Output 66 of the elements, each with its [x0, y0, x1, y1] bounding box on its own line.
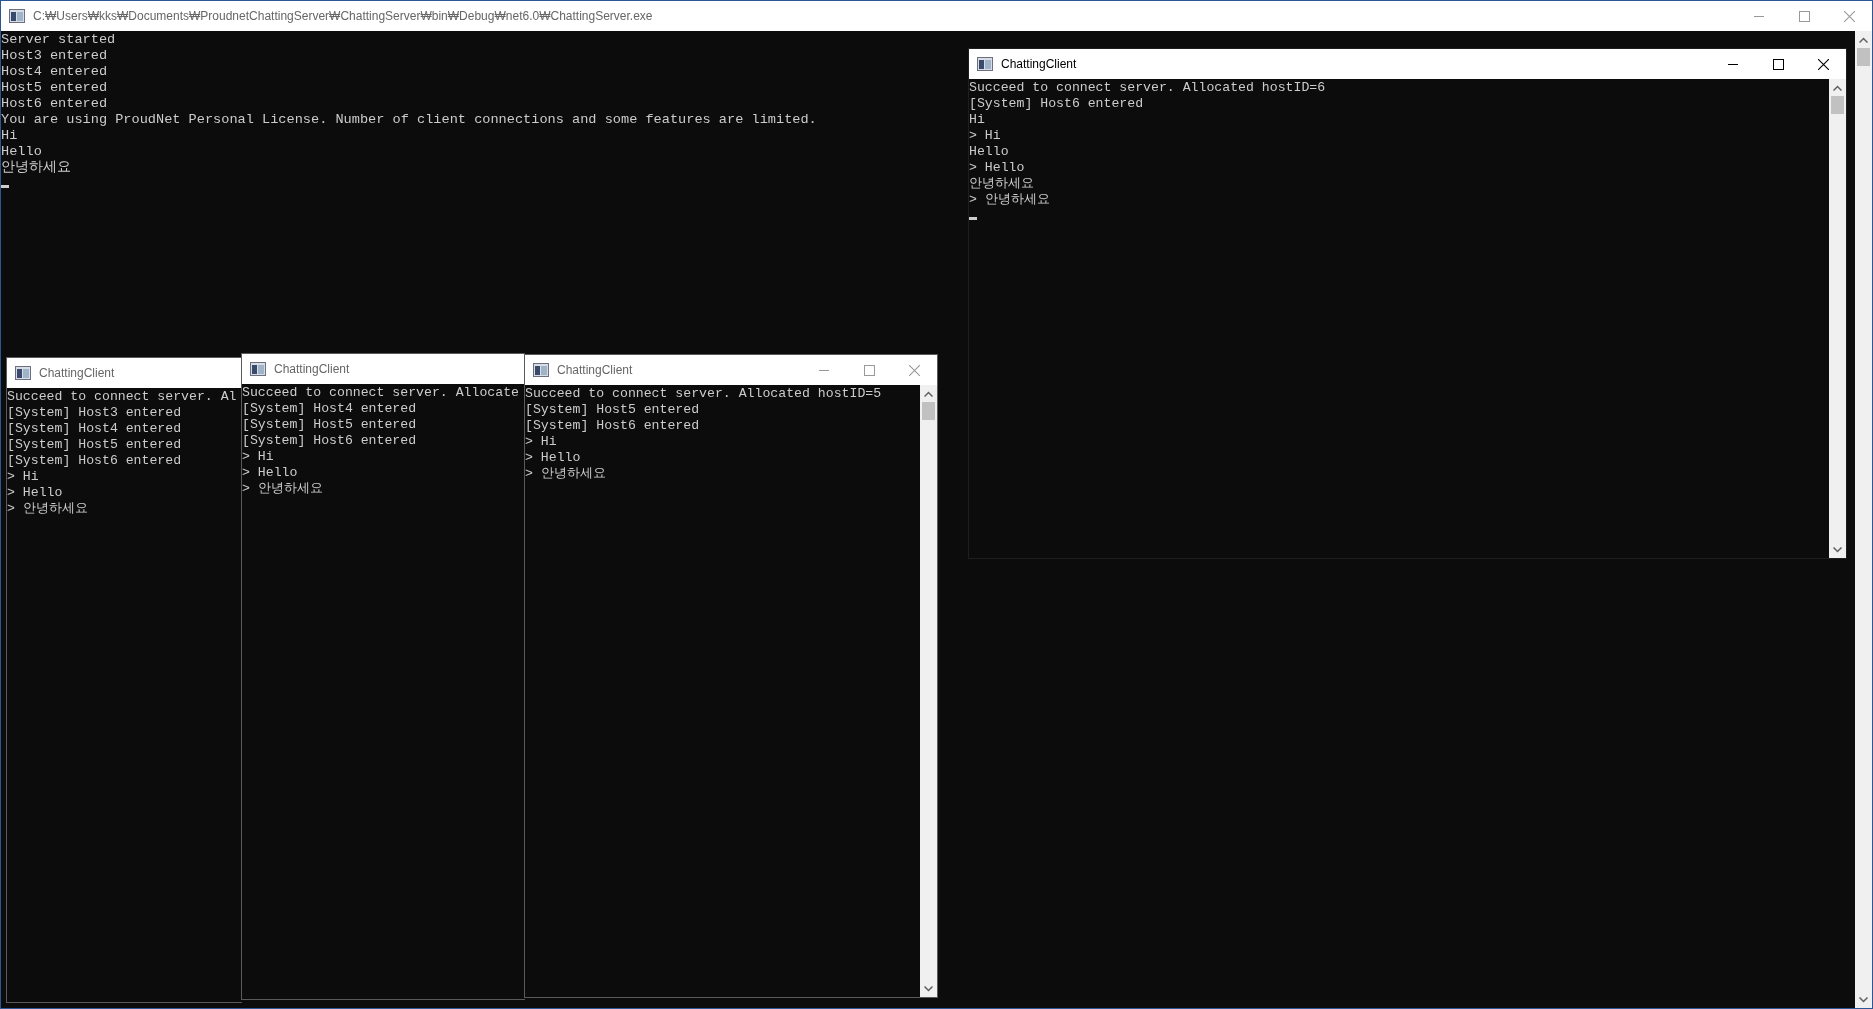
console-line: [System] Host5 entered	[525, 402, 700, 418]
console-line: Hello	[1, 144, 42, 160]
console-line: Hi	[1, 128, 18, 144]
console-line: > 안녕하세요	[242, 481, 323, 497]
console-line: > Hi	[7, 469, 39, 485]
console-line: > Hi	[242, 449, 274, 465]
scroll-thumb[interactable]	[922, 402, 935, 420]
console-line: Host4 entered	[1, 64, 108, 80]
console-line: Host5 entered	[1, 80, 108, 96]
scroll-up-icon	[1833, 84, 1842, 91]
window-title: C:₩Users₩kks₩Documents₩ProudnetChattingServer₩ChattingServer₩bin₩Debug₩net6.0₩ChattingServer.exe	[33, 9, 653, 23]
console-line: Hello	[969, 144, 1009, 160]
console-line: > Hi	[525, 434, 557, 450]
console-line: [System] Host6 entered	[525, 418, 700, 434]
scroll-down-icon	[924, 985, 933, 992]
console-line: Hi	[969, 112, 985, 128]
console-line: > Hi	[969, 128, 1001, 144]
console-line: Succeed to connect server. Allocated hostID=5	[525, 386, 882, 402]
console-line: Server started	[1, 32, 116, 48]
console-line: [System] Host5 entered	[7, 437, 182, 453]
console-line: [System] Host6 entered	[7, 453, 182, 469]
console-line: [System] Host4 entered	[7, 421, 182, 437]
console-line: [System] Host3 entered	[7, 405, 182, 421]
console-line: Succeed to connect server. Allocated hostID=6	[969, 80, 1326, 96]
close-icon	[1844, 10, 1855, 22]
scrollbar[interactable]	[920, 385, 937, 997]
console-window-icon	[533, 363, 549, 377]
console-line: > Hello	[242, 465, 298, 481]
console-line: > 안녕하세요	[525, 466, 606, 482]
console-line: Succeed to connect server. Allocate	[242, 385, 519, 401]
scroll-down-icon	[1859, 996, 1868, 1003]
console-line: Host6 entered	[1, 96, 108, 112]
console-line: > Hello	[525, 450, 581, 466]
command-prompt-icon	[9, 9, 25, 23]
scroll-thumb[interactable]	[1831, 96, 1844, 114]
scrollbar[interactable]	[1829, 79, 1846, 558]
close-icon	[1818, 58, 1829, 70]
console-line: 안녕하세요	[969, 176, 1034, 192]
console-line: > Hello	[969, 160, 1025, 176]
window-title: ChattingClient	[274, 362, 350, 376]
maximize-icon	[864, 364, 875, 376]
scroll-up-icon	[924, 390, 933, 397]
console-line: [System] Host5 entered	[242, 417, 417, 433]
console-window-icon	[15, 366, 31, 380]
scroll-up-icon	[1859, 36, 1868, 43]
console-window-icon	[250, 362, 266, 376]
console-line: [System] Host6 entered	[242, 433, 417, 449]
console-line: > Hello	[7, 485, 63, 501]
console-line: [System] Host6 entered	[969, 96, 1144, 112]
scrollbar[interactable]	[1855, 31, 1872, 1008]
console-line: You are using ProudNet Personal License. Number of client connections and some features are limited.	[1, 112, 817, 128]
window-title: ChattingClient	[557, 363, 633, 377]
console-line: Succeed to connect server. Al	[7, 389, 237, 405]
console-line: > 안녕하세요	[969, 192, 1050, 208]
maximize-icon	[1799, 10, 1810, 22]
maximize-icon	[1773, 58, 1784, 70]
window-title: ChattingClient	[1001, 57, 1077, 71]
console-line: > 안녕하세요	[7, 501, 88, 517]
scroll-down-icon	[1833, 546, 1842, 553]
console-window-icon	[977, 57, 993, 71]
window-title: ChattingClient	[39, 366, 115, 380]
close-icon	[909, 364, 920, 376]
console-line: 안녕하세요	[1, 160, 71, 176]
scroll-thumb[interactable]	[1857, 48, 1870, 66]
console-line: [System] Host4 entered	[242, 401, 417, 417]
console-line: Host3 entered	[1, 48, 108, 64]
